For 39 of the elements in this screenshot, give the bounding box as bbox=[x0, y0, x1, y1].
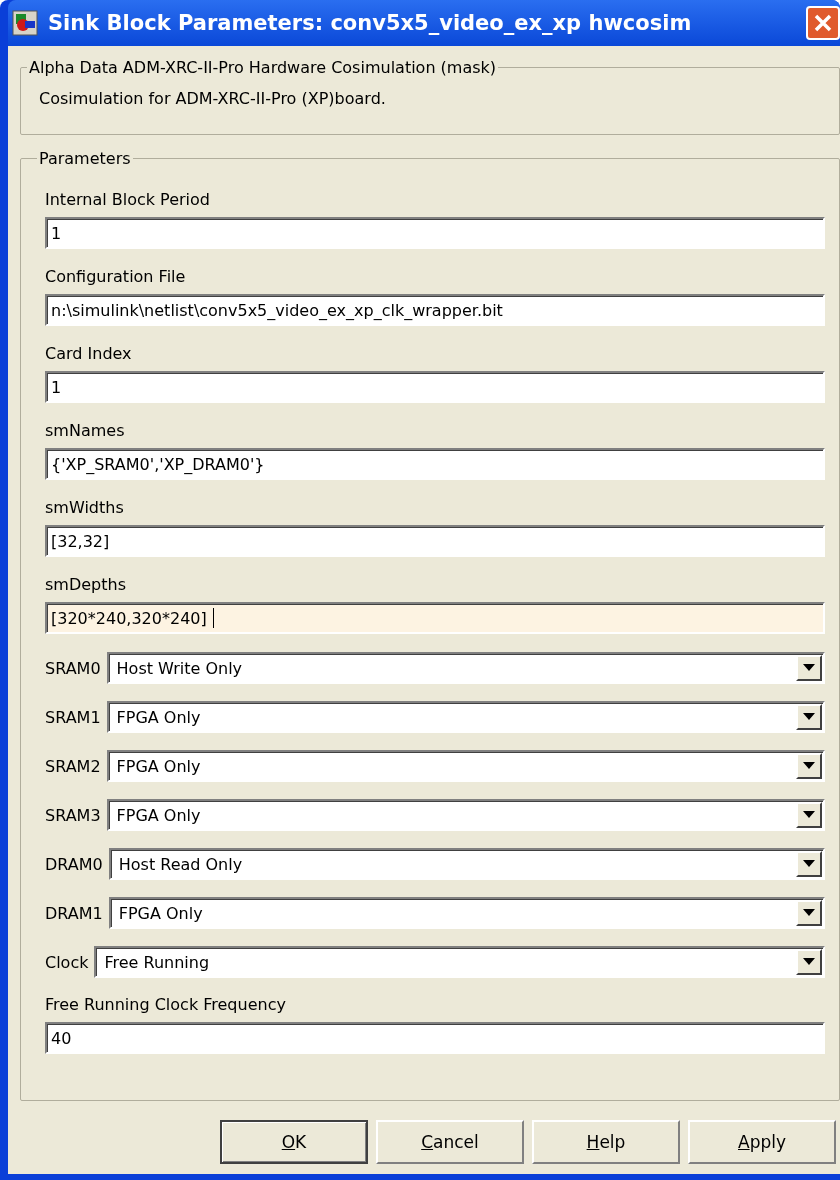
dropdown[interactable]: FPGA Only bbox=[106, 701, 825, 733]
field-label: Clock bbox=[45, 952, 89, 972]
dialog-button[interactable]: Cancel bbox=[376, 1120, 524, 1164]
input-field[interactable]: [32,32] bbox=[45, 525, 825, 557]
dialog-button[interactable]: Help bbox=[532, 1120, 680, 1164]
field-label: DRAM0 bbox=[45, 854, 103, 874]
field-label: smWidths bbox=[45, 498, 125, 517]
field-label: SRAM1 bbox=[45, 707, 101, 727]
close-button[interactable] bbox=[806, 6, 840, 40]
input-field[interactable]: n:\simulink\netlist\conv5x5_video_ex_xp_clk_wrapper.bit bbox=[45, 294, 825, 326]
field-label: Configuration File bbox=[45, 267, 187, 286]
field-label: Free Running Clock Frequency bbox=[45, 995, 287, 1014]
input-field[interactable]: [320*240,320*240] bbox=[45, 602, 825, 634]
input-field[interactable]: 1 bbox=[45, 371, 825, 403]
field-label: DRAM1 bbox=[45, 903, 103, 923]
group-title: Parameters bbox=[38, 149, 132, 168]
mask-description: Cosimulation for ADM-XRC-II-Pro (XP)board. bbox=[38, 89, 387, 108]
dropdown[interactable]: FPGA Only bbox=[106, 750, 825, 782]
dropdown[interactable]: Host Read Only bbox=[108, 848, 825, 880]
field-label: SRAM3 bbox=[45, 805, 101, 825]
dropdown[interactable]: FPGA Only bbox=[108, 897, 825, 929]
dropdown[interactable]: Host Write Only bbox=[106, 652, 825, 684]
block-icon bbox=[12, 10, 38, 36]
field-label: Internal Block Period bbox=[45, 190, 211, 209]
window-title: Sink Block Parameters: conv5x5_video_ex_xp hwcosim bbox=[48, 11, 693, 35]
dropdown[interactable]: FPGA Only bbox=[106, 799, 825, 831]
field-label: SRAM2 bbox=[45, 756, 101, 776]
close-icon[interactable] bbox=[812, 12, 834, 34]
field-label: smDepths bbox=[45, 575, 127, 594]
field-label: Card Index bbox=[45, 344, 133, 363]
field-label: SRAM0 bbox=[45, 658, 101, 678]
input-field[interactable]: {'XP_SRAM0','XP_DRAM0'} bbox=[45, 448, 825, 480]
dropdown[interactable]: Free Running bbox=[94, 946, 825, 978]
input-field[interactable]: 1 bbox=[45, 217, 825, 249]
group-title: Alpha Data ADM-XRC-II-Pro Hardware Cosimulation (mask) bbox=[28, 58, 498, 77]
input-field[interactable]: 40 bbox=[45, 1022, 825, 1054]
dialog-button[interactable]: Apply bbox=[688, 1120, 836, 1164]
dialog-button[interactable]: OK bbox=[220, 1120, 368, 1164]
field-label: smNames bbox=[45, 421, 126, 440]
